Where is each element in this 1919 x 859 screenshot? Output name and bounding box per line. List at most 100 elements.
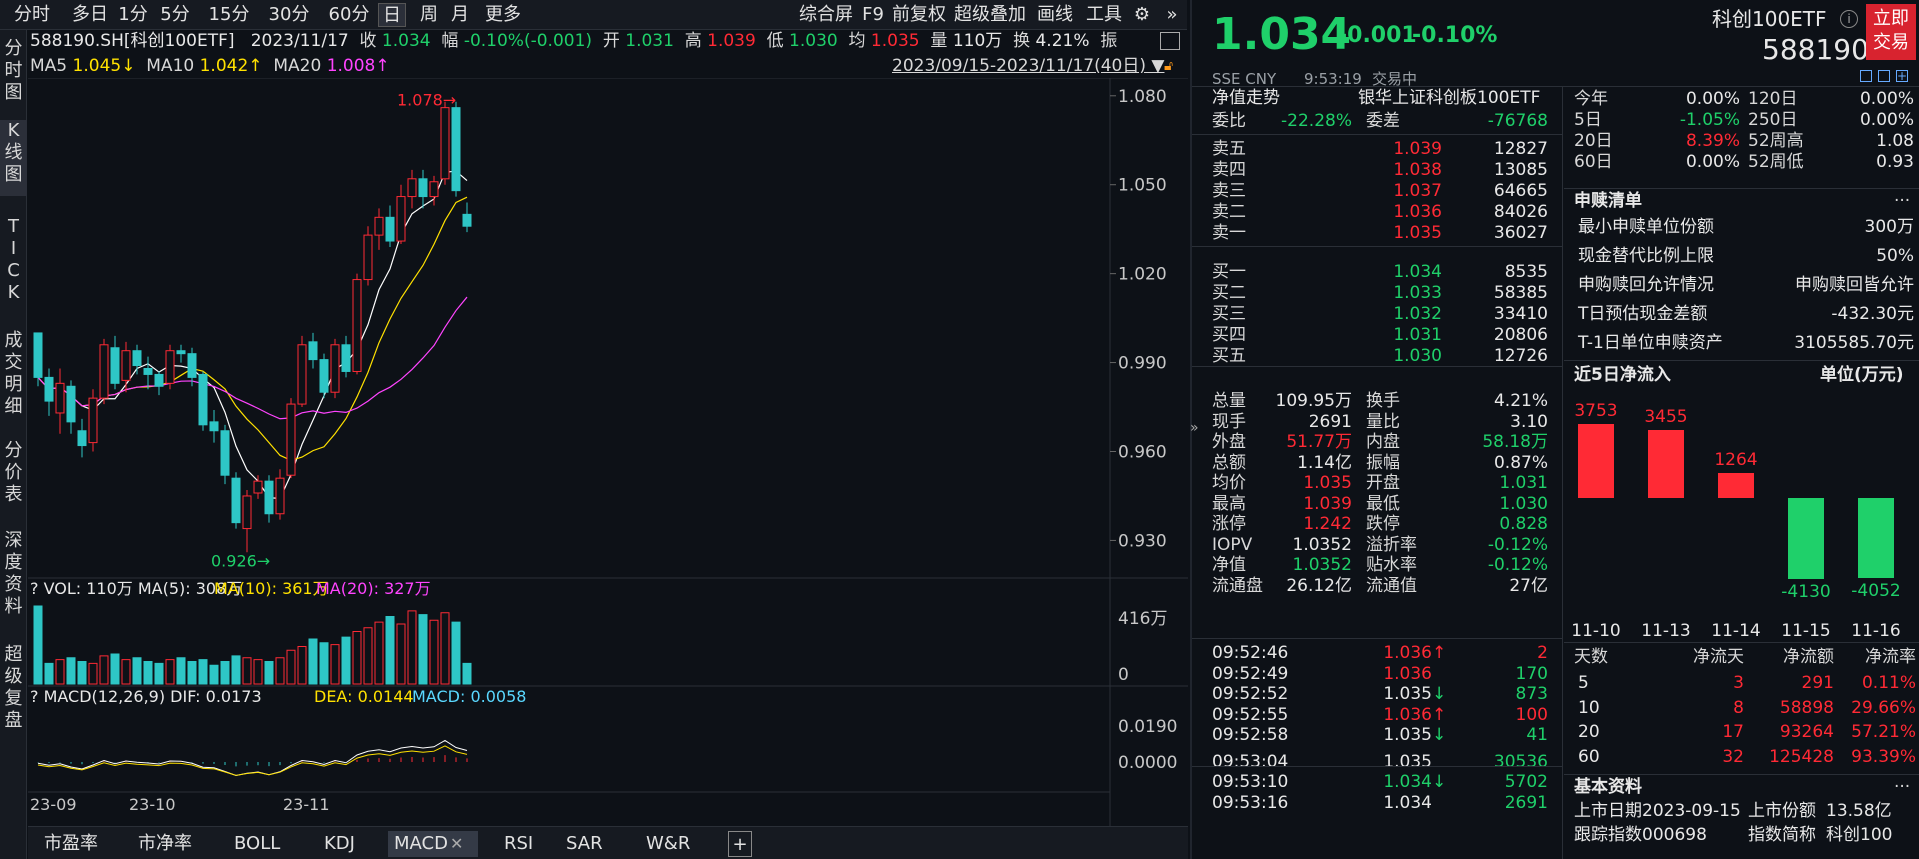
indicator-tab-6[interactable]: SAR	[560, 831, 606, 857]
add-icon[interactable]: +	[1896, 70, 1908, 82]
toolbar-3[interactable]: 超级叠加	[952, 3, 1028, 27]
sg-label: T日预估现金差额	[1578, 304, 1708, 324]
indicator-tab-4[interactable]: MACD	[388, 831, 478, 857]
volume-bar	[286, 649, 296, 685]
xtick-label: 23-09	[30, 795, 77, 814]
close-tab-icon[interactable]: ✕	[450, 831, 463, 857]
candle	[154, 373, 164, 387]
vol-label: 量	[930, 31, 948, 51]
trade-button[interactable]: 立即 交易	[1866, 4, 1916, 60]
period-0[interactable]: 分时	[6, 3, 58, 27]
leftnav-6[interactable]: 超 级 复 盘	[0, 644, 27, 744]
flow-bar	[1648, 429, 1684, 498]
period-2[interactable]: 1分	[112, 3, 154, 27]
return-label: 今年	[1574, 89, 1608, 109]
leftnav-1[interactable]: K 线 图	[0, 120, 27, 196]
leftnav-5[interactable]: 深 度 资 料	[0, 530, 27, 630]
candle	[253, 480, 263, 494]
volume-bar	[429, 619, 439, 685]
period-5[interactable]: 30分	[262, 3, 316, 27]
nav-title[interactable]: 净值走势	[1212, 87, 1280, 109]
indicator-tab-0[interactable]: 市盈率	[38, 831, 108, 857]
left-nav: 分 时 图 K 线 图 T I C K 成 交 明 细分 价 表深 度 资 料超 级 …	[0, 30, 27, 859]
period-9[interactable]: 月	[446, 3, 474, 27]
period-6[interactable]: 60分	[322, 3, 376, 27]
stat-value: 27亿	[1509, 575, 1548, 596]
toolbar-0[interactable]: 综合屏	[798, 3, 854, 27]
flow-bar	[1718, 473, 1754, 498]
add-indicator-button[interactable]: +	[728, 831, 752, 857]
stat-label: 现手	[1212, 411, 1246, 432]
quote-line: 588190.SH[科创100ETF] 2023/11/17 收 1.034 幅…	[30, 31, 1117, 51]
indicator-tab-1[interactable]: 市净率	[132, 831, 202, 857]
stat-value: 1.14亿	[1297, 452, 1352, 473]
sg-more[interactable]: ···	[1894, 190, 1910, 212]
period-7[interactable]: 日	[378, 3, 406, 27]
period-10[interactable]: 更多	[478, 3, 528, 27]
stat-value: 4.21%	[1493, 391, 1548, 411]
return-value: -1.05%	[1679, 110, 1740, 130]
candle	[77, 430, 87, 447]
date-range-text[interactable]: 2023/09/15-2023/11/17(40日)	[892, 56, 1146, 76]
toolbar-2[interactable]: 前复权	[890, 3, 948, 27]
tick-price: 1.036	[1383, 663, 1432, 684]
toolbar-1[interactable]: F9	[860, 3, 886, 27]
volume-bar	[440, 612, 450, 685]
stat-value: 109.95万	[1275, 391, 1352, 411]
ask-label: 卖三	[1212, 181, 1246, 201]
indicator-tab-2[interactable]: BOLL	[228, 831, 288, 857]
info-icon[interactable]: i	[1840, 10, 1858, 28]
tick-price: 1.034	[1383, 792, 1432, 813]
leftnav-4[interactable]: 分 价 表	[0, 440, 27, 516]
leftnav-3[interactable]: 成 交 明 细	[0, 330, 27, 426]
vol-ma10-label: MA(10): 361万	[214, 579, 329, 598]
candle	[396, 196, 406, 242]
flow-head: 净流率	[1865, 647, 1916, 667]
candle	[275, 477, 285, 515]
layout-icon[interactable]	[1160, 32, 1180, 50]
period-4[interactable]: 15分	[202, 3, 256, 27]
volume-bar	[363, 627, 373, 685]
candle	[176, 350, 186, 355]
indicator-tab-3[interactable]: KDJ	[318, 831, 368, 857]
candle	[209, 421, 219, 432]
candle	[418, 178, 428, 198]
bid-price: 1.030	[1393, 346, 1442, 366]
close-value: 1.034	[381, 31, 431, 51]
return-value: 0.93	[1876, 152, 1914, 172]
flow-cell: 58898	[1779, 697, 1834, 718]
indicator-tab-7[interactable]: W&R	[640, 831, 700, 857]
period-1[interactable]: 多日	[64, 3, 116, 27]
collapse-icon[interactable]: »	[1190, 420, 1199, 436]
tick-volume: 2	[1537, 643, 1548, 663]
settings-icon[interactable]: ⚙	[1130, 3, 1154, 27]
high-label: 高	[684, 31, 702, 51]
indicator-tab-5[interactable]: RSI	[498, 831, 544, 857]
toolbar-4[interactable]: 画线	[1034, 3, 1076, 27]
copy-icon[interactable]	[1878, 70, 1890, 82]
return-value: 0.00%	[1685, 152, 1740, 172]
basic-cell: 000698	[1642, 825, 1707, 845]
period-8[interactable]: 周	[414, 3, 444, 27]
leftnav-0[interactable]: 分 时 图	[0, 38, 27, 108]
sg-label: 最小申赎单位份额	[1578, 217, 1714, 237]
tick-volume: 5702	[1504, 772, 1548, 792]
leftnav-2[interactable]: T I C K	[0, 216, 27, 316]
kline-chart[interactable]: 1.080 1.050 1.020 0.990 0.960 0.930 1.078→ 0.92…	[28, 78, 1188, 826]
expand-icon[interactable]: »	[1160, 3, 1184, 27]
edit-icon[interactable]	[1860, 70, 1872, 82]
ma20-label: MA20	[273, 56, 322, 76]
volume-bar	[242, 657, 252, 685]
basic-cell: 科创100	[1826, 825, 1893, 845]
flow-cell: 32	[1722, 746, 1744, 767]
flow-cell: 3	[1733, 673, 1744, 693]
period-3[interactable]: 5分	[152, 3, 198, 27]
basic-more[interactable]: ···	[1894, 776, 1910, 798]
low-value: 1.030	[789, 31, 838, 51]
flow-cell: 93.39%	[1851, 746, 1916, 767]
date-range[interactable]: 2023/09/15-2023/11/17(40日) ▼	[892, 56, 1164, 76]
stat-value: -0.12%	[1487, 534, 1548, 555]
lock-icon[interactable]: 🔓︎	[1164, 58, 1173, 74]
stat-label: 均价	[1212, 473, 1246, 493]
toolbar-5[interactable]: 工具	[1084, 3, 1124, 27]
